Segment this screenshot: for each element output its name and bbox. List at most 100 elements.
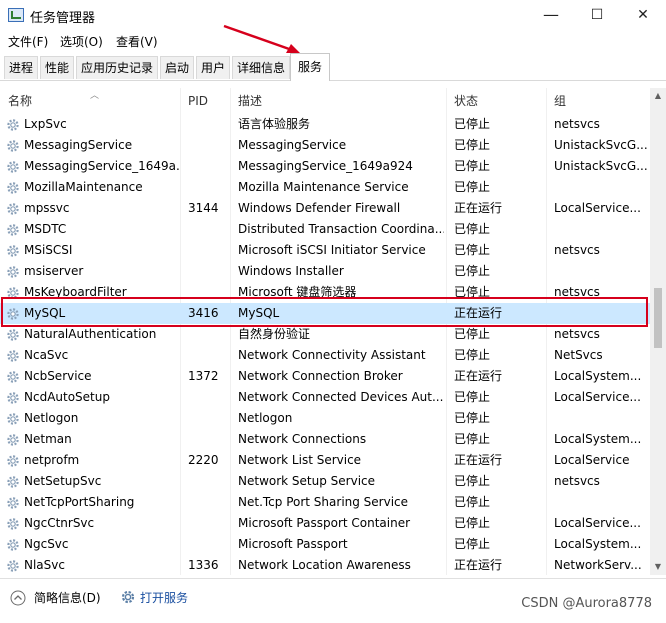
service-gear-icon	[6, 139, 20, 153]
service-status: 正在运行	[454, 558, 503, 572]
service-group	[554, 492, 648, 513]
service-gear-icon	[6, 349, 20, 363]
table-row[interactable]: NetSetupSvc Network Setup Service 已停止 netsv…	[0, 471, 650, 492]
services-list: LxpSvc 语言体验服务已停止 netsvcs MessagingService Me…	[0, 114, 650, 575]
service-name: MessagingService	[24, 138, 133, 152]
service-gear-icon	[6, 328, 20, 342]
table-row[interactable]: NcdAutoSetup Network Connected Devices Au…	[0, 387, 650, 408]
service-name: mpssvc	[24, 201, 70, 215]
service-pid	[188, 219, 230, 240]
table-row[interactable]: Netlogon Netlogon 已停止	[0, 408, 650, 429]
column-group[interactable]: 组	[546, 88, 650, 114]
column-description[interactable]: 描述	[230, 88, 446, 114]
table-row[interactable]: NcbService 1372 Network Connection Broker 正…	[0, 366, 650, 387]
service-group: UnistackSvcG...	[554, 159, 648, 173]
watermark: CSDN @Aurora8778	[521, 596, 652, 611]
service-pid	[188, 177, 230, 198]
service-group: UnistackSvcG...	[554, 138, 648, 152]
service-gear-icon	[6, 181, 20, 195]
service-name: NcaSvc	[24, 348, 69, 362]
service-pid	[188, 345, 230, 366]
collapse-circle-icon[interactable]	[10, 590, 26, 606]
service-pid: 2220	[188, 453, 219, 467]
table-row[interactable]: NcaSvc Network Connectivity Assistant 已停止 N…	[0, 345, 650, 366]
service-description: Microsoft iSCSI Initiator Service	[238, 243, 426, 257]
service-name: msiserver	[24, 264, 84, 278]
service-group	[554, 219, 648, 240]
annotation-highlight-box	[1, 297, 648, 327]
service-gear-icon	[6, 538, 20, 552]
table-row[interactable]: MozillaMaintenance Mozilla Maintenance Se…	[0, 177, 650, 198]
service-pid: 3144	[188, 201, 219, 215]
service-name: MSDTC	[24, 222, 67, 236]
gear-icon	[121, 590, 135, 604]
service-description: Network Connections	[238, 432, 367, 446]
service-group	[554, 408, 648, 429]
service-status: 已停止	[454, 411, 491, 425]
brief-info-link[interactable]: 简略信息(D)	[34, 589, 101, 606]
table-row[interactable]: netprofm 2220 Network List Service 正在运行 Loca…	[0, 450, 650, 471]
scroll-down-icon[interactable]: ▼	[650, 559, 666, 575]
sort-up-icon: ︿	[90, 91, 100, 101]
service-status: 已停止	[454, 264, 491, 278]
service-status: 已停止	[454, 180, 491, 194]
table-row[interactable]: mpssvc 3144 Windows Defender Firewall 正在运行 L…	[0, 198, 650, 219]
table-row[interactable]: MessagingService MessagingService 已停止 Unist…	[0, 135, 650, 156]
service-description: Windows Defender Firewall	[238, 201, 401, 215]
service-pid	[188, 534, 230, 555]
service-description: Network Location Awareness	[238, 558, 411, 572]
service-name: LxpSvc	[24, 117, 67, 131]
service-status: 正在运行	[454, 453, 503, 467]
service-name: MozillaMaintenance	[24, 180, 143, 194]
service-name: NgcSvc	[24, 537, 69, 551]
service-group: LocalSystem...	[554, 432, 642, 446]
service-description: MessagingService	[238, 138, 347, 152]
service-status: 已停止	[454, 243, 491, 257]
service-description: Distributed Transaction Coordina...	[238, 222, 444, 236]
service-status: 正在运行	[454, 369, 503, 383]
service-description: 语言体验服务	[238, 117, 311, 131]
table-row[interactable]: MSDTC Distributed Transaction Coordina...…	[0, 219, 650, 240]
service-pid	[188, 135, 230, 156]
service-description: Network Connectivity Assistant	[238, 348, 426, 362]
table-row[interactable]: NlaSvc 1336 Network Location Awareness 正在运行…	[0, 555, 650, 575]
service-status: 已停止	[454, 159, 491, 173]
table-row[interactable]: Netman Network Connections 已停止 LocalSystem.…	[0, 429, 650, 450]
service-name: NcbService	[24, 369, 92, 383]
scroll-up-icon[interactable]: ▲	[650, 88, 666, 104]
service-name: Netlogon	[24, 411, 79, 425]
table-row[interactable]: NgcCtnrSvc Microsoft Passport Container 已停…	[0, 513, 650, 534]
annotation-arrow-icon	[223, 24, 300, 53]
table-row[interactable]: msiserver Windows Installer 已停止	[0, 261, 650, 282]
service-status: 已停止	[454, 327, 491, 341]
scrollbar-thumb[interactable]	[654, 288, 662, 348]
service-pid	[188, 261, 230, 282]
service-description: Net.Tcp Port Sharing Service	[238, 495, 409, 509]
service-description: Microsoft Passport Container	[238, 516, 411, 530]
service-group: netsvcs	[554, 117, 600, 131]
service-name: MSiSCSI	[24, 243, 73, 257]
table-row[interactable]: NetTcpPortSharing Net.Tcp Port Sharing Se…	[0, 492, 650, 513]
service-status: 正在运行	[454, 201, 503, 215]
table-row[interactable]: LxpSvc 语言体验服务 已停止 netsvcs	[0, 114, 650, 135]
column-status[interactable]: 状态	[446, 88, 546, 114]
service-name: NetSetupSvc	[24, 474, 102, 488]
service-description: Windows Installer	[238, 264, 344, 278]
service-gear-icon	[6, 454, 20, 468]
table-row[interactable]: NaturalAuthentication 自然身份验证 已停止 netsvcs	[0, 324, 650, 345]
open-services-link[interactable]: 打开服务	[140, 589, 188, 606]
service-description: Network List Service	[238, 453, 362, 467]
column-pid[interactable]: PID	[180, 88, 230, 114]
service-description: Network Connection Broker	[238, 369, 403, 383]
service-status: 已停止	[454, 516, 491, 530]
table-row[interactable]: NgcSvc Microsoft Passport 已停止 LocalSystem..…	[0, 534, 650, 555]
service-status: 已停止	[454, 390, 491, 404]
vertical-scrollbar[interactable]: ▲ ▼	[650, 88, 666, 575]
table-row[interactable]: MessagingService_1649a... MessagingServic…	[0, 156, 650, 177]
service-pid	[188, 471, 230, 492]
service-name: NgcCtnrSvc	[24, 516, 95, 530]
service-gear-icon	[6, 160, 20, 174]
service-status: 已停止	[454, 537, 491, 551]
table-row[interactable]: MSiSCSI Microsoft iSCSI Initiator Service…	[0, 240, 650, 261]
service-gear-icon	[6, 433, 20, 447]
